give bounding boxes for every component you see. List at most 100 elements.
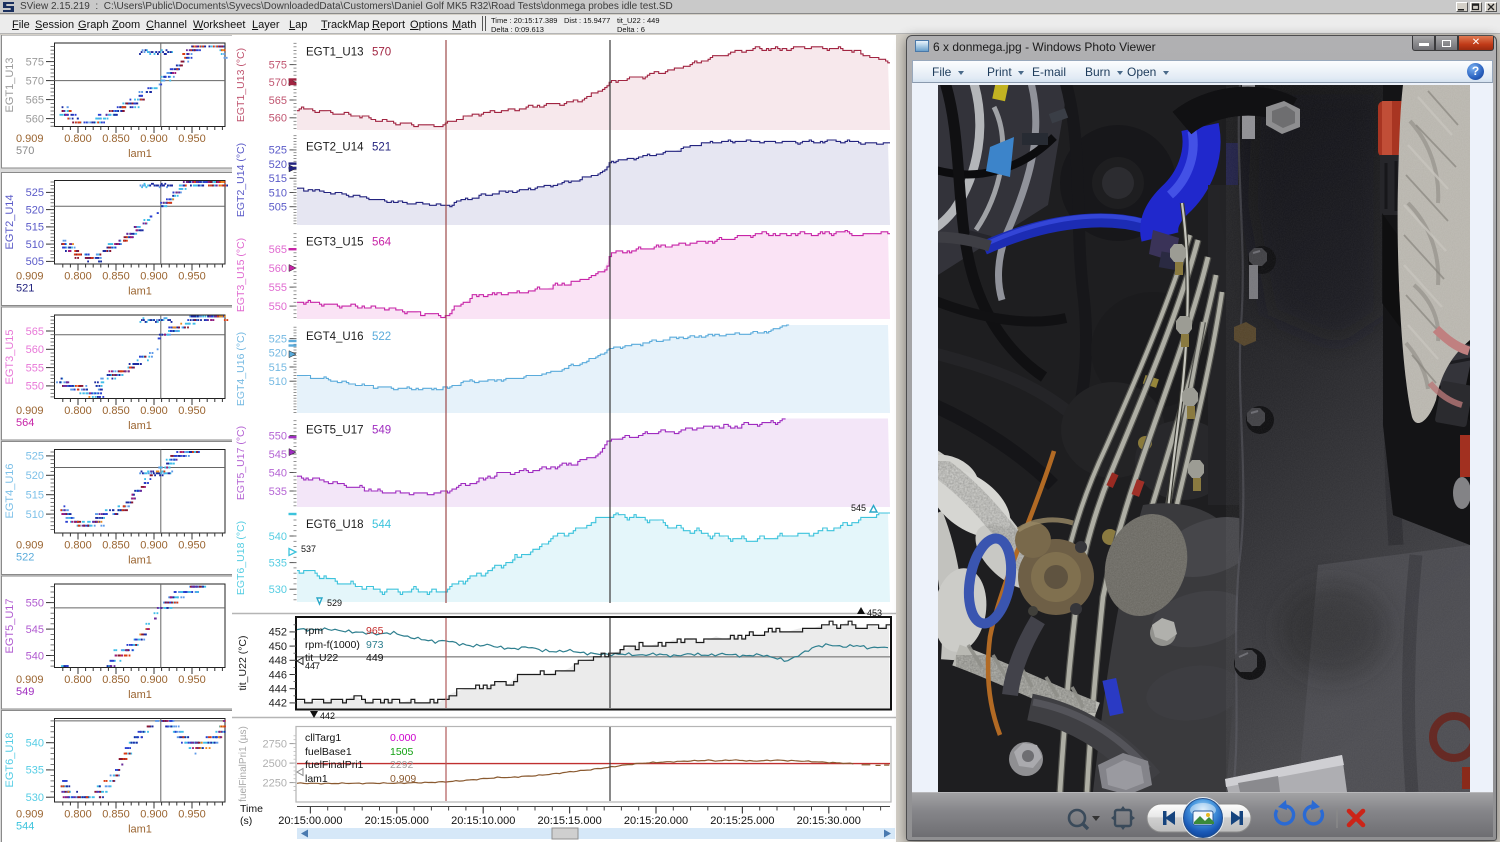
svg-text:lam1: lam1 bbox=[128, 148, 152, 160]
svg-text:550: 550 bbox=[269, 430, 287, 442]
svg-text:fuelBase1: fuelBase1 bbox=[305, 746, 352, 758]
svg-text:0.800: 0.800 bbox=[64, 809, 92, 821]
svg-text:570: 570 bbox=[269, 77, 287, 89]
svg-text:560: 560 bbox=[26, 113, 44, 125]
svg-text:EGT2_U14: EGT2_U14 bbox=[4, 194, 16, 249]
svg-text:0.900: 0.900 bbox=[140, 540, 168, 552]
svg-text:510: 510 bbox=[269, 187, 287, 199]
svg-text:510: 510 bbox=[26, 509, 44, 521]
svg-text:448: 448 bbox=[269, 655, 287, 667]
svg-text:cllTarg1: cllTarg1 bbox=[305, 732, 341, 744]
svg-text:522: 522 bbox=[16, 552, 34, 564]
svg-text:2250: 2250 bbox=[263, 777, 287, 789]
svg-text:442: 442 bbox=[320, 711, 335, 721]
svg-text:515: 515 bbox=[269, 362, 287, 374]
svg-text:550: 550 bbox=[26, 597, 44, 609]
svg-text:1505: 1505 bbox=[390, 746, 414, 758]
svg-text:EGT1_U13: EGT1_U13 bbox=[4, 57, 16, 112]
svg-text:EGT6_U18 (°C): EGT6_U18 (°C) bbox=[235, 521, 247, 595]
svg-text:510: 510 bbox=[269, 376, 287, 388]
svg-text:529: 529 bbox=[327, 598, 342, 608]
svg-text:lam1: lam1 bbox=[305, 773, 328, 785]
svg-text:rpm-f(1000): rpm-f(1000) bbox=[305, 639, 360, 651]
svg-text:fuelFinalPri1 (µs): fuelFinalPri1 (µs) bbox=[238, 726, 249, 802]
svg-text:0.800: 0.800 bbox=[64, 271, 92, 283]
svg-text:0.850: 0.850 bbox=[102, 540, 130, 552]
svg-text:EGT1_U13 (°C): EGT1_U13 (°C) bbox=[235, 48, 247, 122]
svg-text:2750: 2750 bbox=[263, 738, 287, 750]
svg-text:0.900: 0.900 bbox=[140, 133, 168, 145]
svg-text:510: 510 bbox=[26, 239, 44, 251]
svg-text:521: 521 bbox=[372, 142, 391, 154]
svg-text:550: 550 bbox=[26, 381, 44, 393]
svg-text:2292: 2292 bbox=[390, 759, 414, 771]
svg-text:20:15:00.000: 20:15:00.000 bbox=[278, 815, 342, 827]
svg-text:515: 515 bbox=[26, 490, 44, 502]
svg-text:20:15:20.000: 20:15:20.000 bbox=[624, 815, 688, 827]
svg-text:2500: 2500 bbox=[263, 758, 287, 770]
svg-text:0.900: 0.900 bbox=[140, 271, 168, 283]
svg-text:575: 575 bbox=[26, 56, 44, 68]
svg-text:EGT3_U15 (°C): EGT3_U15 (°C) bbox=[235, 238, 247, 312]
svg-text:540: 540 bbox=[269, 531, 287, 543]
svg-text:fuelFinalPri1: fuelFinalPri1 bbox=[305, 759, 364, 771]
svg-text:20:15:05.000: 20:15:05.000 bbox=[365, 815, 429, 827]
svg-text:EGT4_U16 (°C): EGT4_U16 (°C) bbox=[235, 332, 247, 406]
svg-text:0.850: 0.850 bbox=[102, 674, 130, 686]
svg-text:545: 545 bbox=[269, 449, 287, 461]
svg-text:EGT3_U15: EGT3_U15 bbox=[4, 329, 16, 384]
svg-text:20:15:30.000: 20:15:30.000 bbox=[797, 815, 861, 827]
svg-text:0.850: 0.850 bbox=[102, 271, 130, 283]
svg-text:520: 520 bbox=[26, 204, 44, 216]
svg-text:0.950: 0.950 bbox=[178, 674, 206, 686]
svg-text:444: 444 bbox=[269, 684, 287, 696]
svg-text:965: 965 bbox=[366, 625, 384, 637]
svg-text:Time: Time bbox=[240, 803, 263, 815]
svg-text:515: 515 bbox=[269, 173, 287, 185]
svg-text:EGT2_U14: EGT2_U14 bbox=[306, 142, 364, 154]
svg-text:EGT5_U17 (°C): EGT5_U17 (°C) bbox=[235, 426, 247, 500]
svg-text:0.950: 0.950 bbox=[178, 809, 206, 821]
svg-text:0.909: 0.909 bbox=[16, 133, 44, 145]
svg-text:EGT5_U17: EGT5_U17 bbox=[306, 425, 364, 437]
svg-text:560: 560 bbox=[26, 344, 44, 356]
svg-text:555: 555 bbox=[26, 362, 44, 374]
svg-text:lam1: lam1 bbox=[128, 824, 152, 836]
svg-text:570: 570 bbox=[372, 47, 391, 59]
svg-text:520: 520 bbox=[269, 159, 287, 171]
svg-text:(s): (s) bbox=[240, 815, 252, 827]
svg-text:EGT2_U14 (°C): EGT2_U14 (°C) bbox=[235, 143, 247, 217]
svg-text:0.909: 0.909 bbox=[390, 773, 416, 785]
svg-text:544: 544 bbox=[372, 519, 392, 531]
svg-text:0.850: 0.850 bbox=[102, 405, 130, 417]
svg-text:0.800: 0.800 bbox=[64, 540, 92, 552]
svg-text:0.900: 0.900 bbox=[140, 405, 168, 417]
svg-text:20:15:10.000: 20:15:10.000 bbox=[451, 815, 515, 827]
svg-text:565: 565 bbox=[26, 326, 44, 338]
svg-text:0.850: 0.850 bbox=[102, 133, 130, 145]
svg-text:lam1: lam1 bbox=[128, 555, 152, 567]
svg-text:550: 550 bbox=[269, 301, 287, 313]
svg-text:450: 450 bbox=[269, 641, 287, 653]
svg-text:EGT4_U16: EGT4_U16 bbox=[4, 463, 16, 518]
svg-text:0.909: 0.909 bbox=[16, 271, 44, 283]
svg-text:525: 525 bbox=[26, 187, 44, 199]
svg-text:560: 560 bbox=[269, 263, 287, 275]
svg-text:446: 446 bbox=[269, 669, 287, 681]
svg-text:564: 564 bbox=[372, 237, 392, 249]
svg-text:555: 555 bbox=[269, 282, 287, 294]
svg-text:560: 560 bbox=[269, 113, 287, 125]
svg-text:442: 442 bbox=[269, 698, 287, 710]
svg-text:EGT1_U13: EGT1_U13 bbox=[306, 47, 364, 59]
svg-text:525: 525 bbox=[269, 333, 287, 345]
svg-text:505: 505 bbox=[26, 256, 44, 268]
svg-text:20:15:25.000: 20:15:25.000 bbox=[710, 815, 774, 827]
svg-text:0.950: 0.950 bbox=[178, 271, 206, 283]
svg-text:525: 525 bbox=[26, 451, 44, 463]
svg-text:lam1: lam1 bbox=[128, 420, 152, 432]
svg-text:535: 535 bbox=[269, 486, 287, 498]
svg-text:565: 565 bbox=[26, 94, 44, 106]
svg-text:521: 521 bbox=[16, 283, 34, 295]
svg-text:0.900: 0.900 bbox=[140, 809, 168, 821]
svg-text:545: 545 bbox=[26, 624, 44, 636]
